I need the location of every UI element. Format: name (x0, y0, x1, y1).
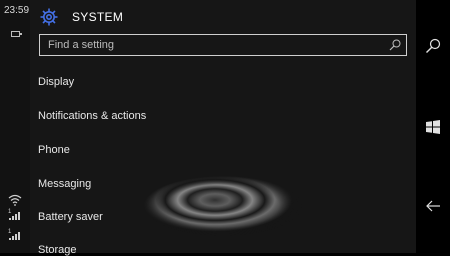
signal-strength-icon-sim1 (9, 212, 20, 220)
menu-item-messaging[interactable]: Messaging (38, 178, 91, 190)
wifi-icon (8, 194, 22, 206)
signal-strength-icon-sim2 (9, 232, 20, 240)
menu-item-battery-saver[interactable]: Battery saver (38, 211, 103, 223)
status-bar: 23:59 1 1 (0, 0, 30, 253)
back-arrow-icon[interactable] (425, 198, 441, 214)
menu-item-storage[interactable]: Storage (38, 244, 77, 256)
search-input[interactable]: Find a setting (39, 34, 407, 56)
page-title: SYSTEM (72, 10, 124, 24)
battery-icon (11, 31, 22, 37)
navigation-bar (416, 0, 450, 253)
gear-icon (40, 8, 58, 26)
clock: 23:59 (4, 5, 30, 16)
settings-page: SYSTEM Find a setting Display Notificati… (30, 0, 416, 256)
search-placeholder: Find a setting (48, 39, 115, 51)
menu-item-phone[interactable]: Phone (38, 144, 70, 156)
search-icon[interactable] (425, 38, 441, 54)
menu-item-notifications-actions[interactable]: Notifications & actions (38, 110, 146, 122)
search-icon[interactable] (389, 39, 401, 51)
windows-logo-icon[interactable] (425, 119, 441, 135)
background-image (143, 176, 303, 236)
menu-item-display[interactable]: Display (38, 76, 74, 88)
